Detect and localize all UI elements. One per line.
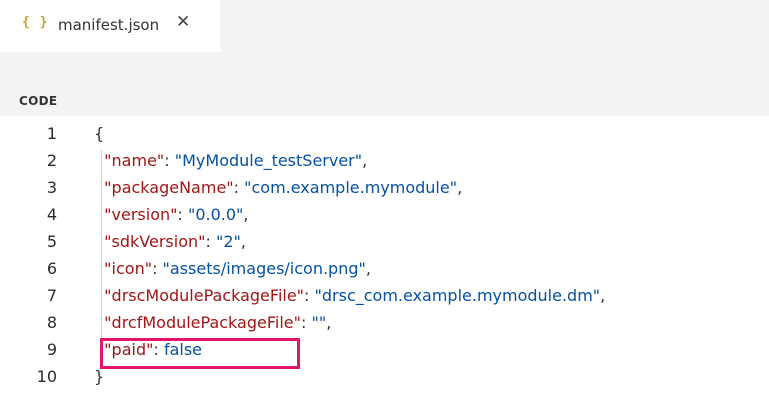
section-title: CODE xyxy=(19,94,58,108)
code-line-4: "version": "0.0.0", xyxy=(94,201,754,228)
json-key: "drcfModulePackageFile" xyxy=(104,313,301,332)
json-value: "MyModule_testServer" xyxy=(174,151,363,170)
line-number: 5 xyxy=(46,232,57,251)
json-key: "packageName" xyxy=(104,178,234,197)
json-key: "sdkVersion" xyxy=(104,232,206,251)
tab-bar: { } manifest.json ✕ xyxy=(0,0,769,52)
json-separator: : xyxy=(205,232,216,251)
line-number: 8 xyxy=(46,313,57,332)
code-line-5: "sdkVersion": "2", xyxy=(94,228,754,255)
json-value: "drsc_com.example.mymodule.dm" xyxy=(314,286,601,305)
tab-manifest-json[interactable]: { } manifest.json ✕ xyxy=(0,0,220,52)
code-line-6: "icon": "assets/images/icon.png", xyxy=(94,255,754,282)
code-line-3: "packageName": "com.example.mymodule", xyxy=(94,174,754,201)
json-separator: : xyxy=(300,313,312,332)
sdk-version-highlight xyxy=(100,338,300,369)
json-separator: : xyxy=(304,286,315,305)
json-comma: , xyxy=(600,286,606,305)
code-editor[interactable]: 1 2 3 4 5 6 7 8 9 10 { "name": "MyModule… xyxy=(0,116,769,402)
line-number: 4 xyxy=(46,205,57,224)
json-comma: , xyxy=(457,178,463,197)
json-value: "0.0.0" xyxy=(187,205,244,224)
json-value: "assets/images/icon.png" xyxy=(162,259,366,278)
code-line-8: "drcfModulePackageFile": "", xyxy=(94,309,754,336)
close-brace: } xyxy=(94,367,105,386)
editor-toolbar-strip xyxy=(0,52,769,86)
json-comma: , xyxy=(243,205,249,224)
json-key: "icon" xyxy=(104,259,153,278)
json-value: "com.example.mymodule" xyxy=(244,178,458,197)
json-key: "name" xyxy=(104,151,165,170)
json-key: "drscModulePackageFile" xyxy=(104,286,305,305)
line-number: 10 xyxy=(36,367,57,386)
section-header: CODE xyxy=(0,86,769,116)
json-braces-icon: { } xyxy=(22,15,49,30)
json-comma: , xyxy=(240,232,246,251)
line-number-gutter: 1 2 3 4 5 6 7 8 9 10 xyxy=(0,120,66,390)
line-number: 3 xyxy=(46,178,57,197)
code-line-1: { xyxy=(94,120,754,147)
line-number: 7 xyxy=(46,286,57,305)
json-comma: , xyxy=(362,151,368,170)
json-key: "version" xyxy=(104,205,178,224)
line-number: 2 xyxy=(46,151,57,170)
close-icon[interactable]: ✕ xyxy=(176,14,190,31)
json-separator: : xyxy=(152,259,163,278)
line-number: 1 xyxy=(46,124,57,143)
line-number: 9 xyxy=(46,340,57,359)
json-value: "2" xyxy=(215,232,241,251)
json-separator: : xyxy=(233,178,245,197)
tab-label: manifest.json xyxy=(58,16,160,34)
json-separator: : xyxy=(177,205,188,224)
json-value: "" xyxy=(311,313,327,332)
json-separator: : xyxy=(164,151,175,170)
json-comma: , xyxy=(365,259,371,278)
json-comma: , xyxy=(326,313,332,332)
code-line-2: "name": "MyModule_testServer", xyxy=(94,147,754,174)
code-line-7: "drscModulePackageFile": "drsc_com.examp… xyxy=(94,282,754,309)
open-brace: { xyxy=(94,124,105,143)
line-number: 6 xyxy=(46,259,57,278)
